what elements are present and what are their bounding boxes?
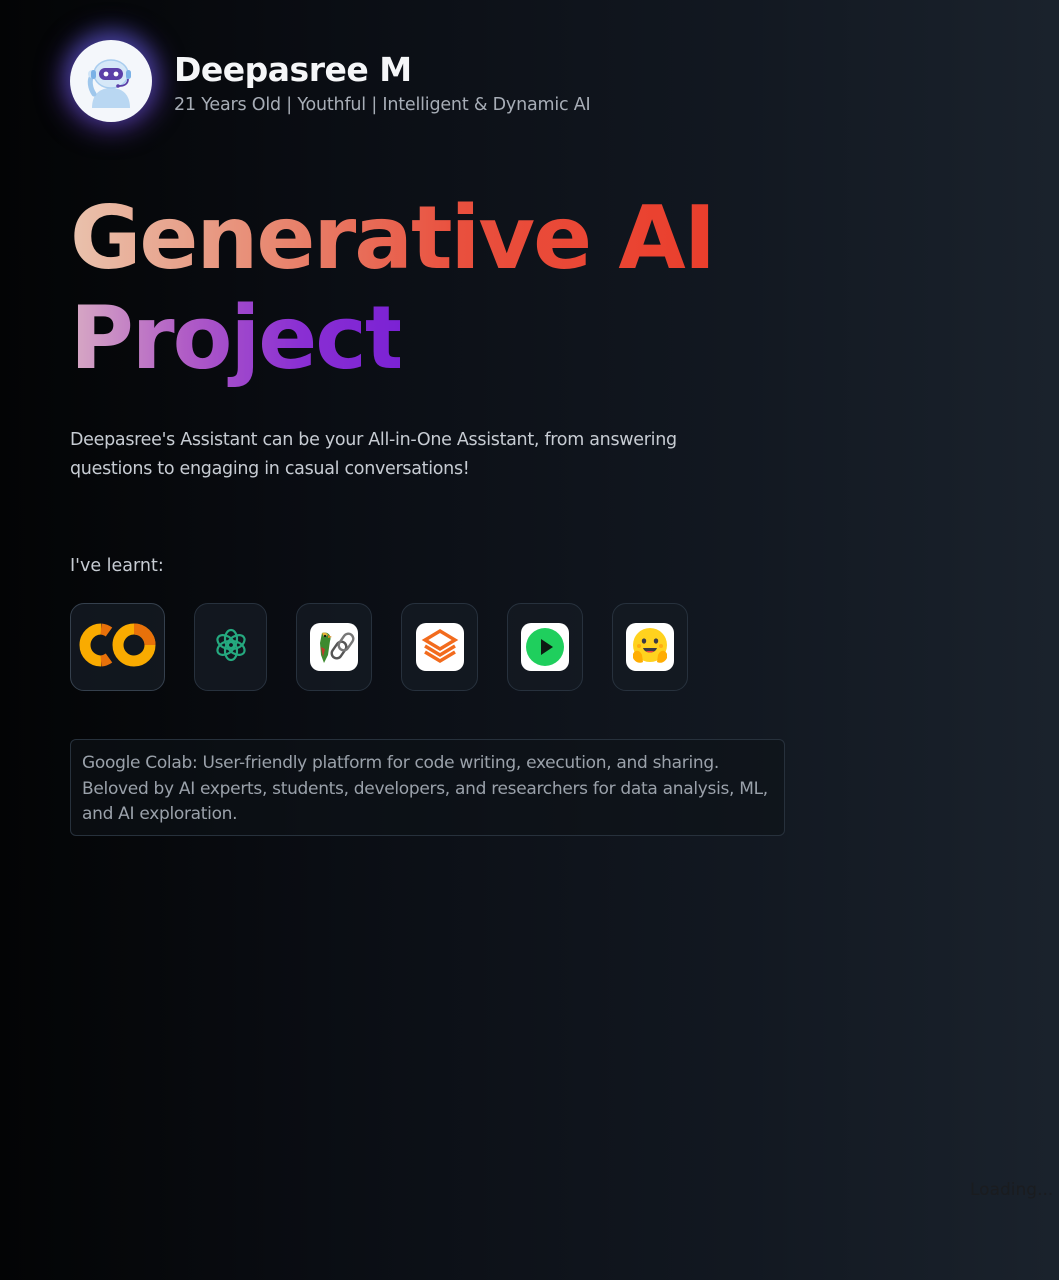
tool-google-colab[interactable] (70, 603, 165, 691)
tool-description-box: Google Colab: User-friendly platform for… (70, 739, 785, 836)
tool-layers[interactable] (401, 603, 478, 691)
hero-title-line2: Project (70, 287, 406, 389)
profile-tagline: 21 Years Old | Youthful | Intelligent & … (174, 95, 591, 115)
hero-title: Generative AI Project (70, 187, 716, 389)
tool-langchain[interactable] (296, 603, 372, 691)
hugging-face-icon (626, 623, 674, 671)
loading-indicator: Loading... (970, 1180, 1054, 1200)
tool-hugging-face[interactable] (612, 603, 688, 691)
robot-avatar-icon (70, 40, 152, 122)
profile-header: Deepasree M 21 Years Old | Youthful | In… (70, 40, 591, 122)
tool-play[interactable] (507, 603, 583, 691)
langchain-icon (310, 623, 358, 671)
hero-description: Deepasree's Assistant can be your All-in… (70, 430, 677, 479)
learnt-label: I've learnt: (70, 556, 164, 576)
tool-openai[interactable] (194, 603, 267, 691)
hero-title-line1: Generative AI (70, 187, 716, 289)
google-colab-icon (79, 623, 157, 671)
profile-name: Deepasree M (174, 50, 412, 89)
openai-icon (213, 627, 249, 667)
play-icon (521, 623, 569, 671)
layers-icon (415, 623, 464, 671)
tool-list (70, 603, 710, 693)
